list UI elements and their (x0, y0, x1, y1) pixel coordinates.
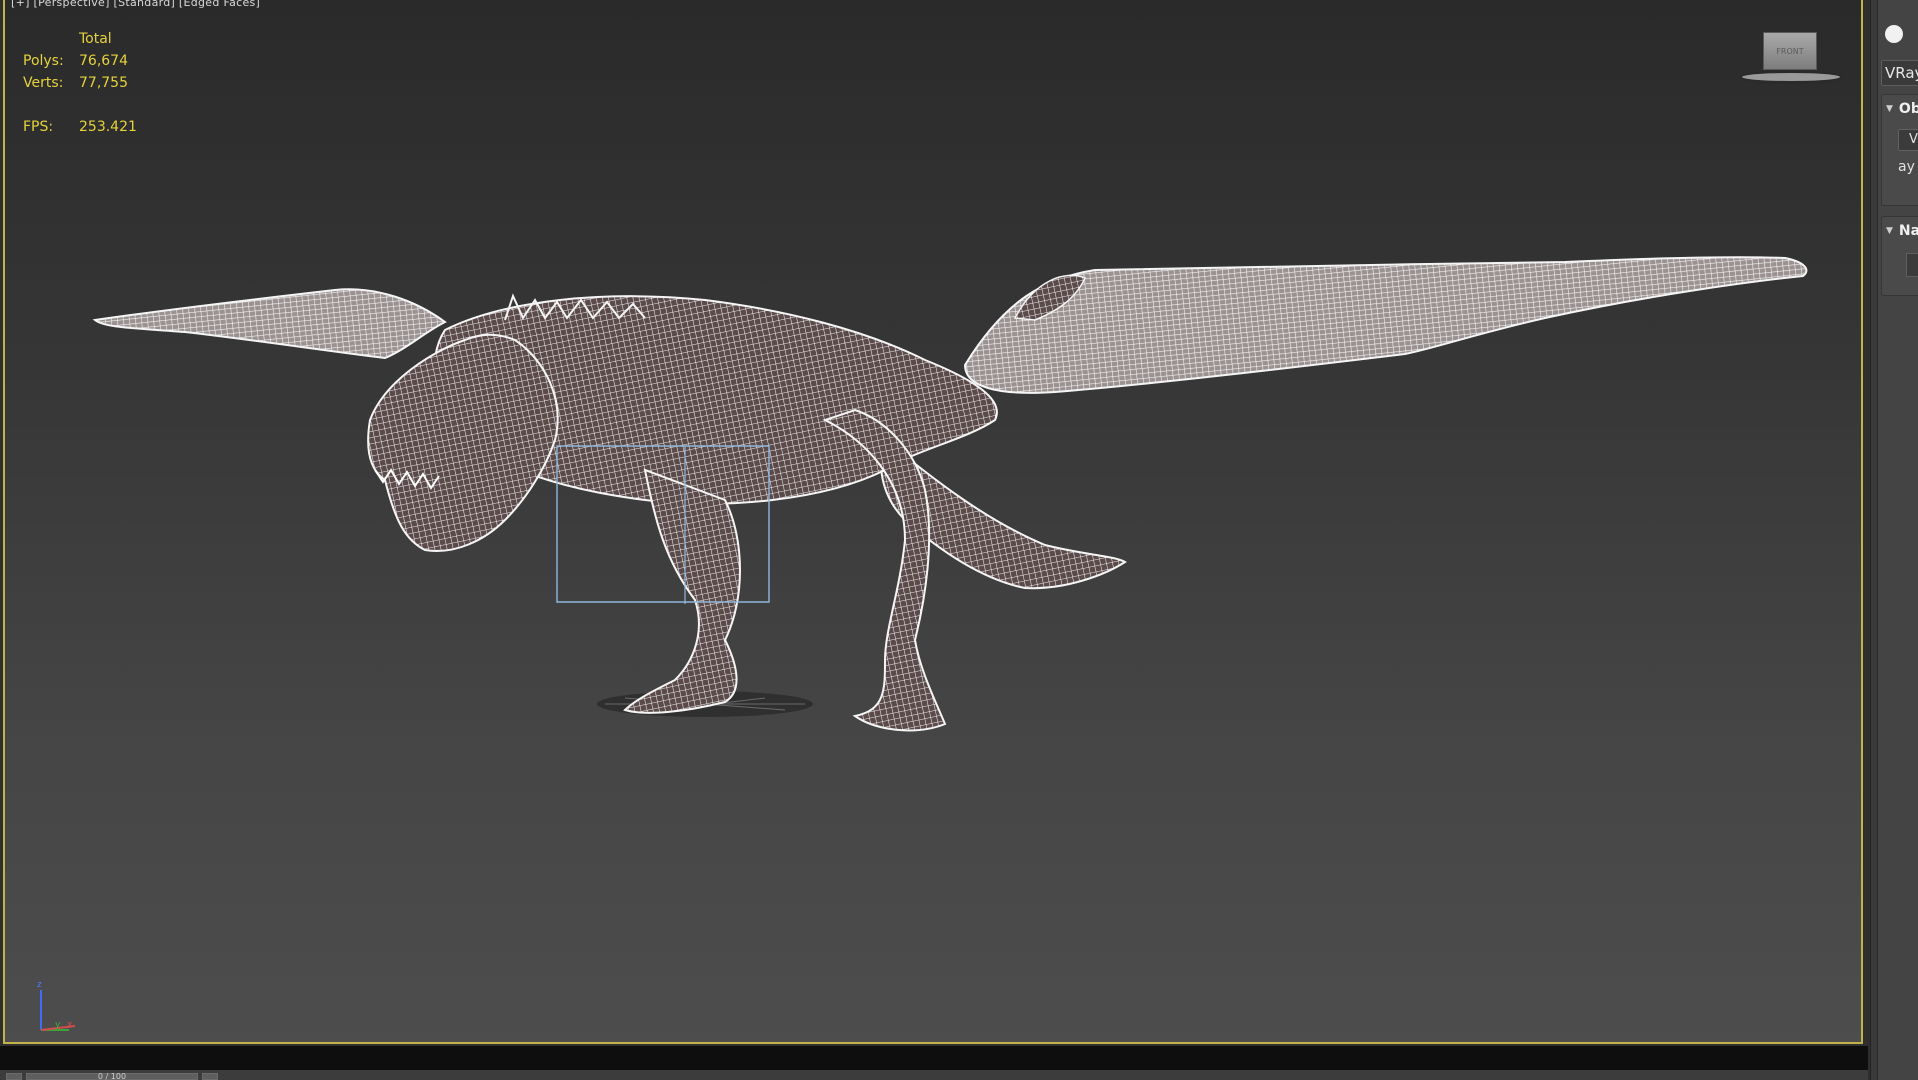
axis-y-label: y (55, 1020, 61, 1030)
chevron-right-icon[interactable] (202, 1073, 218, 1080)
app-window: [+] [Perspective] [Standard] [Edged Face… (0, 0, 1918, 1080)
chevron-left-icon[interactable] (6, 1073, 22, 1080)
rollout-object-title: Ob (1898, 101, 1918, 117)
axis-x-label: x (67, 1020, 73, 1030)
time-slider-thumb[interactable]: 0 / 100 (26, 1073, 198, 1080)
collapse-triangle-icon: ▼ (1886, 104, 1893, 114)
status-bar (0, 1046, 1868, 1070)
command-panel-scroll-strip[interactable] (1871, 0, 1878, 1080)
rollout-object-header[interactable]: ▼ Ob (1882, 95, 1918, 123)
rollout-object: ▼ Ob V ay (1881, 94, 1918, 206)
axis-z-label: z (37, 980, 42, 990)
collapse-triangle-icon: ▼ (1886, 226, 1893, 236)
name-input[interactable] (1906, 253, 1918, 277)
rollout-name: ▼ Na (1881, 216, 1918, 296)
left-wing (92, 288, 447, 360)
renderer-dropdown[interactable]: VRay (1881, 60, 1918, 86)
time-slider[interactable]: 0 / 100 (0, 1070, 1868, 1080)
rollout-object-button[interactable]: V (1898, 129, 1918, 151)
command-panel: VRay ▼ Ob V ay ▼ Na (1870, 0, 1918, 1080)
rollout-name-header[interactable]: ▼ Na (1882, 217, 1918, 245)
rollout-object-text: ay (1898, 159, 1915, 175)
rollout-name-title: Na (1898, 223, 1918, 239)
wireframe-model[interactable] (5, 0, 1861, 1044)
perspective-viewport[interactable]: [+] [Perspective] [Standard] [Edged Face… (3, 0, 1863, 1044)
front-leg (623, 468, 741, 714)
head (367, 333, 559, 552)
axis-tripod: z y x (35, 980, 85, 1036)
right-wing (963, 256, 1808, 394)
radio-button[interactable] (1885, 25, 1903, 43)
